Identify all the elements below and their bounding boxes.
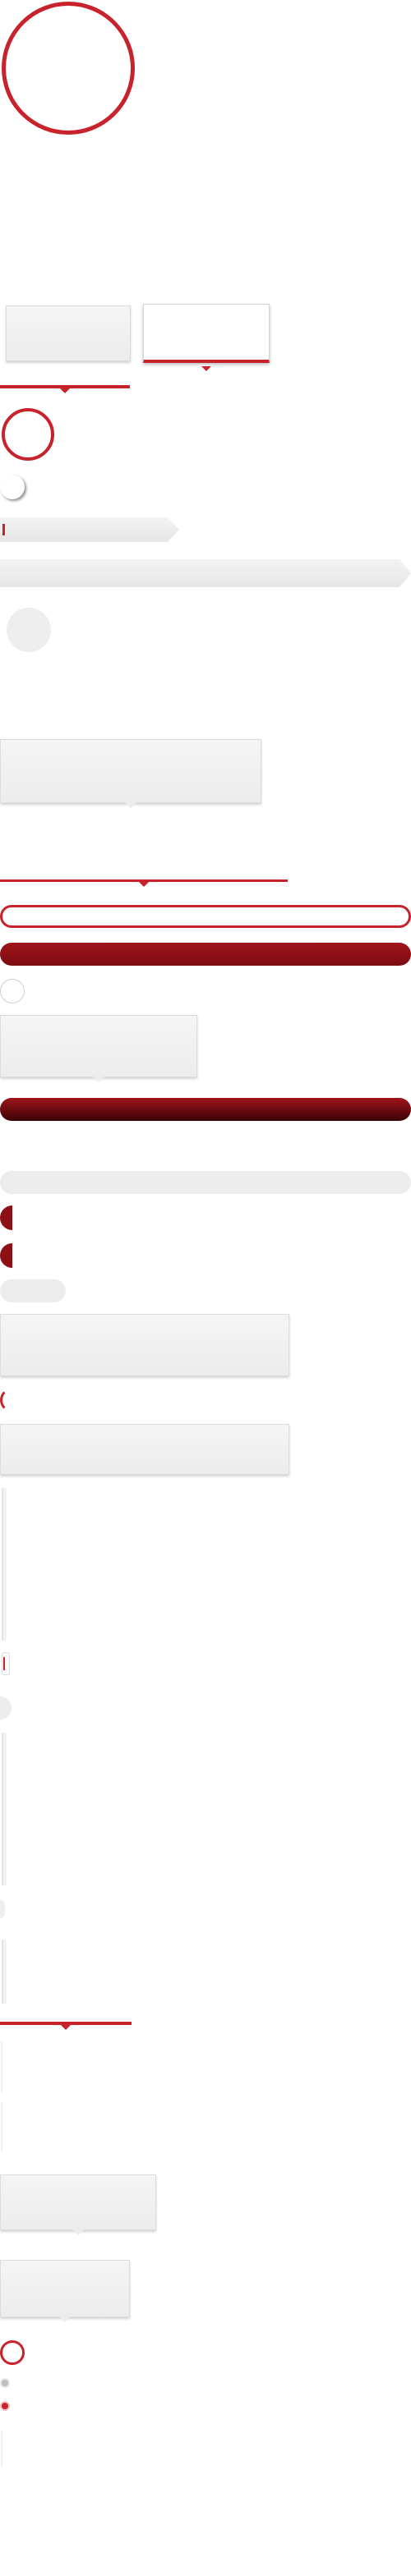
- avatar-ring: [2, 2, 135, 135]
- tab-active[interactable]: [143, 304, 270, 363]
- section-divider-notch: [139, 882, 149, 887]
- vertical-scroll-track-1[interactable]: [2, 1488, 7, 1641]
- radio-button[interactable]: [0, 979, 25, 1003]
- breadcrumb-marker: [2, 524, 5, 535]
- tab-inactive[interactable]: [6, 305, 131, 361]
- placeholder-circle: [7, 608, 51, 652]
- vertical-scroll-track-3[interactable]: [2, 1940, 7, 2004]
- vertical-scroll-track-2[interactable]: [2, 1733, 7, 1885]
- tab-active-indicator: [201, 366, 211, 371]
- primary-button[interactable]: [0, 943, 411, 966]
- progress-arrow-bar[interactable]: [0, 559, 411, 587]
- breadcrumb-step[interactable]: [0, 517, 179, 542]
- divider-vertical-2: [1, 2102, 2, 2151]
- tooltip-box: [0, 739, 261, 808]
- tooltip-box-3: [0, 2260, 130, 2322]
- tooltip-box-2: [0, 2174, 156, 2235]
- dot-red: [0, 2401, 10, 2411]
- small-handle-marker: [3, 1657, 5, 1670]
- chip[interactable]: [0, 1279, 66, 1302]
- tab-underline-notch: [60, 388, 70, 393]
- half-indicator-1: [0, 1205, 25, 1230]
- outlined-input[interactable]: [0, 905, 411, 928]
- status-ring: [2, 408, 54, 461]
- radio-selected[interactable]: [0, 2340, 25, 2365]
- search-bar[interactable]: [0, 1171, 411, 1194]
- active-indicator-notch: [61, 2025, 71, 2030]
- dark-button[interactable]: [0, 1098, 411, 1121]
- divider-vertical-1: [1, 2041, 2, 2092]
- spinner-arc: [0, 1388, 25, 1412]
- mini-tab: [0, 1900, 5, 1918]
- card-2: [0, 1424, 289, 1475]
- divider-vertical-3: [1, 2431, 2, 2467]
- dot-grey: [0, 2378, 10, 2388]
- popover-box: [0, 1015, 197, 1082]
- toggle-knob[interactable]: [0, 475, 25, 499]
- card-1: [0, 1314, 289, 1376]
- half-indicator-2: [0, 1243, 25, 1268]
- half-pill-indicator: [0, 1697, 12, 1720]
